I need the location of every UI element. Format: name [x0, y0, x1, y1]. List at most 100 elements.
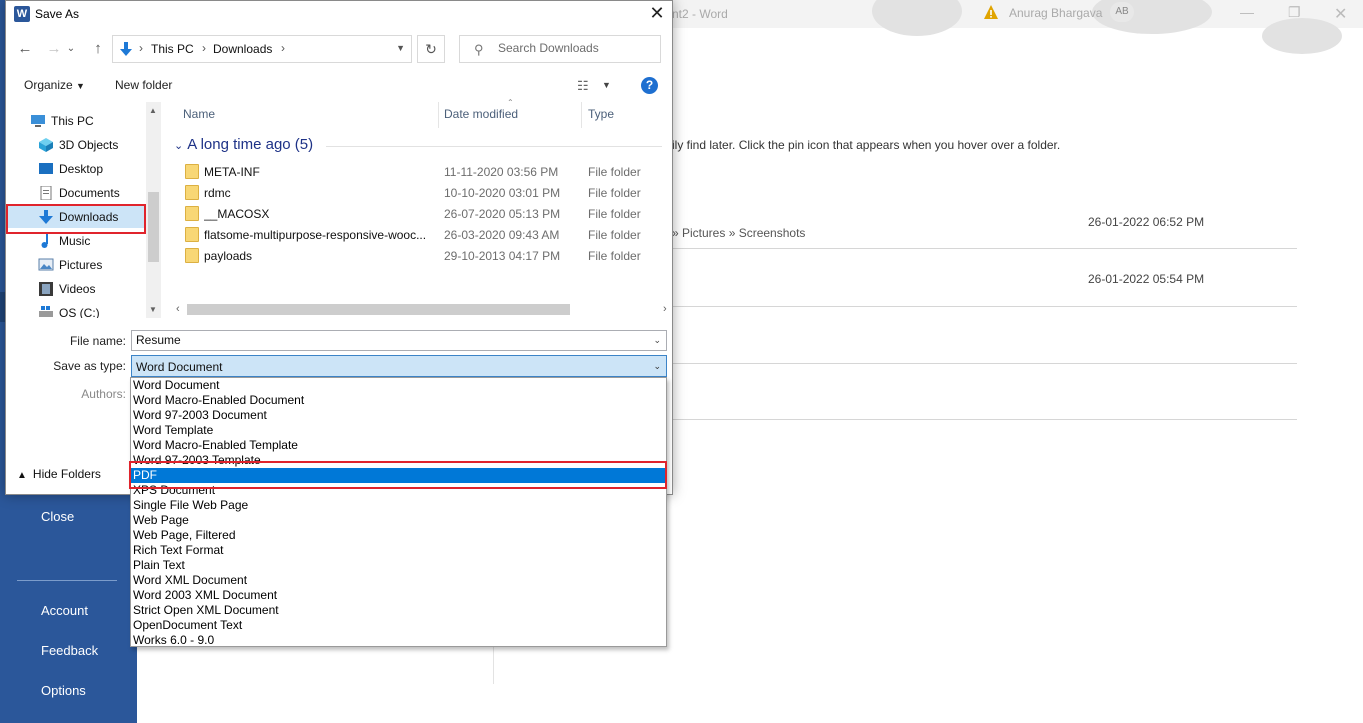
chevron-right-icon[interactable]: › [281, 41, 285, 55]
scroll-left-icon[interactable]: ‹ [176, 303, 180, 315]
folder-icon [185, 248, 199, 263]
nav-item-pictures[interactable]: Pictures [6, 254, 146, 276]
chevron-down-icon[interactable]: ▼ [602, 80, 611, 90]
list-item[interactable]: rdmc 10-10-2020 03:01 PM File folder [162, 182, 662, 203]
nav-item-label: Videos [59, 282, 96, 296]
nav-item-this-pc[interactable]: This PC [6, 110, 146, 132]
organize-button[interactable]: Organize ▼ [24, 78, 85, 92]
type-option[interactable]: Rich Text Format [131, 543, 666, 558]
user-name[interactable]: Anurag Bhargava [1009, 6, 1102, 20]
recent-locations-icon[interactable]: ⌄ [60, 38, 82, 60]
type-option[interactable]: Word 97-2003 Document [131, 408, 666, 423]
column-separator[interactable] [438, 102, 439, 128]
list-item[interactable]: __MACOSX 26-07-2020 05:13 PM File folder [162, 203, 662, 224]
address-bar-row: ← → ⌄ ↑ › This PC › Downloads › ▼ ↻ ⚲ [6, 34, 672, 64]
breadcrumb-this-pc[interactable]: This PC [151, 42, 194, 56]
warning-icon[interactable] [983, 4, 999, 20]
search-box[interactable]: ⚲ [459, 35, 661, 63]
save-type-select[interactable]: Word Document ⌄ [131, 355, 667, 377]
documents-icon [40, 186, 52, 200]
hide-folders-button[interactable]: ▲ Hide Folders [17, 467, 101, 481]
dialog-title: Save As [35, 7, 80, 21]
group-header[interactable]: ⌄ A long time ago (5) [174, 136, 313, 153]
column-header-name[interactable]: Name [183, 107, 215, 121]
close-button[interactable]: ✕ [642, 1, 672, 27]
nav-item-videos[interactable]: Videos [6, 278, 146, 300]
scroll-thumb[interactable] [148, 192, 159, 262]
folder-icon [185, 164, 199, 179]
scroll-thumb[interactable] [187, 304, 570, 315]
views-icon[interactable]: ☷ [577, 78, 589, 94]
chevron-down-icon[interactable]: ▼ [396, 43, 405, 53]
column-header-date[interactable]: Date modified [444, 107, 518, 121]
type-option[interactable]: Plain Text [131, 558, 666, 573]
refresh-button[interactable]: ↻ [417, 35, 445, 63]
file-name-field[interactable]: ⌄ [131, 330, 667, 351]
restore-icon[interactable]: ❐ [1288, 4, 1301, 21]
nav-options[interactable]: Options [41, 683, 86, 698]
nav-item-desktop[interactable]: Desktop [6, 158, 146, 180]
minimize-icon[interactable]: — [1240, 4, 1254, 20]
chevron-down-icon[interactable]: ⌄ [653, 335, 661, 346]
drive-icon [39, 306, 53, 317]
type-option[interactable]: Single File Web Page [131, 498, 666, 513]
nav-feedback[interactable]: Feedback [41, 643, 98, 658]
type-option[interactable]: Web Page, Filtered [131, 528, 666, 543]
type-option[interactable]: Word 2003 XML Document [131, 588, 666, 603]
nav-item-label: This PC [51, 114, 94, 128]
hide-folders-label: Hide Folders [32, 467, 101, 481]
chevron-right-icon[interactable]: › [139, 41, 143, 55]
nav-item-os-c[interactable]: OS (C:) [6, 302, 146, 318]
music-icon [41, 234, 48, 248]
scroll-down-icon[interactable]: ▼ [149, 305, 157, 314]
title-decoration [1262, 18, 1342, 54]
file-type: File folder [588, 186, 641, 200]
type-option[interactable]: Strict Open XML Document [131, 603, 666, 618]
chevron-down-icon[interactable]: ⌄ [653, 361, 661, 372]
recent-folder-path[interactable]: » Pictures » Screenshots [672, 226, 805, 240]
avatar[interactable]: AB [1110, 2, 1134, 22]
scroll-up-icon[interactable]: ▲ [149, 106, 157, 115]
column-separator[interactable] [581, 102, 582, 128]
nav-item-label: OS (C:) [59, 306, 100, 318]
nav-item-label: 3D Objects [59, 138, 119, 152]
chevron-right-icon[interactable]: › [202, 41, 206, 55]
file-name-input[interactable] [136, 333, 636, 347]
type-option[interactable]: OpenDocument Text [131, 618, 666, 633]
list-item[interactable]: flatsome-multipurpose-responsive-wooc...… [162, 224, 662, 245]
scroll-right-icon[interactable]: › [663, 303, 667, 315]
nav-scrollbar[interactable]: ▲ ▼ [146, 102, 161, 318]
nav-item-label: Documents [59, 186, 120, 200]
authors-label: Authors: [81, 387, 126, 401]
type-option[interactable]: Word Macro-Enabled Template [131, 438, 666, 453]
help-icon[interactable]: ? [641, 77, 658, 94]
nav-item-3d-objects[interactable]: 3D Objects [6, 134, 146, 156]
folder-icon [185, 227, 199, 242]
command-bar: Organize ▼ New folder ☷ ▼ ? [6, 71, 672, 99]
column-header-type[interactable]: Type [588, 107, 614, 121]
type-option[interactable]: Word Document [131, 378, 666, 393]
horizontal-scrollbar[interactable]: ‹ › [162, 302, 672, 317]
file-name: rdmc [204, 186, 231, 200]
up-arrow-icon[interactable]: ↑ [87, 38, 109, 60]
file-type: File folder [588, 165, 641, 179]
pc-icon [31, 115, 45, 127]
type-option[interactable]: Word XML Document [131, 573, 666, 588]
type-option[interactable]: Web Page [131, 513, 666, 528]
word-window-title: nt2 - Word [672, 7, 728, 21]
nav-item-documents[interactable]: Documents [6, 182, 146, 204]
type-option[interactable]: Word Macro-Enabled Document [131, 393, 666, 408]
nav-close[interactable]: Close [41, 509, 74, 524]
type-option[interactable]: Word Template [131, 423, 666, 438]
breadcrumb-downloads[interactable]: Downloads [213, 42, 272, 56]
file-list: ⌃ Name Date modified Type ⌄ A long time a… [162, 98, 672, 318]
nav-account[interactable]: Account [41, 603, 88, 618]
address-bar[interactable]: › This PC › Downloads › ▼ [112, 35, 412, 63]
close-icon[interactable]: ✕ [1334, 4, 1347, 24]
type-option[interactable]: Works 6.0 - 9.0 [131, 633, 666, 648]
search-input[interactable] [498, 41, 653, 55]
new-folder-button[interactable]: New folder [115, 78, 172, 92]
list-item[interactable]: payloads 29-10-2013 04:17 PM File folder [162, 245, 662, 266]
list-item[interactable]: META-INF 11-11-2020 03:56 PM File folder [162, 161, 662, 182]
back-arrow-icon[interactable]: ← [14, 38, 36, 60]
